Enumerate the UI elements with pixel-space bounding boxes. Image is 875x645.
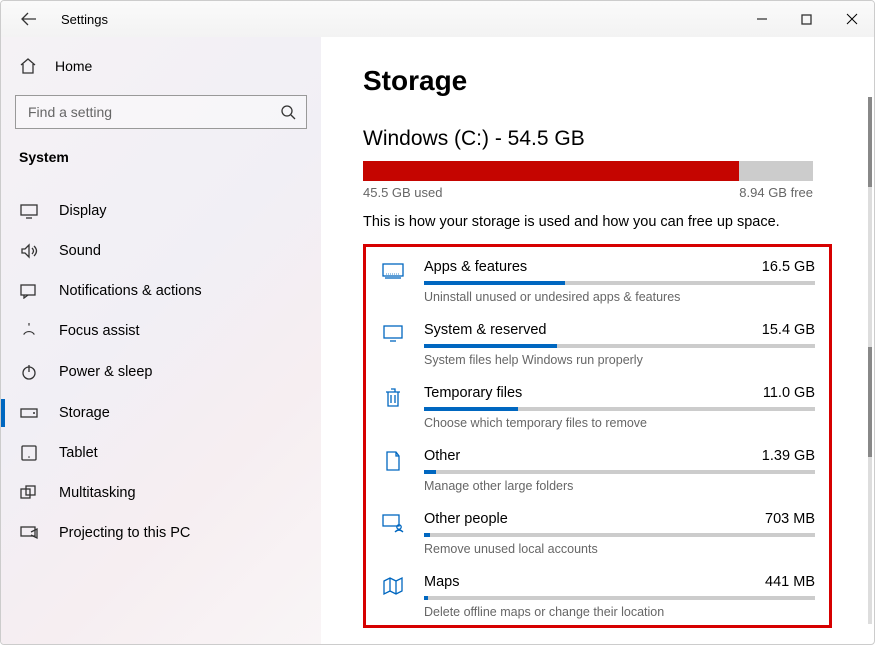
storage-item-system[interactable]: System & reserved 15.4 GB System files he… — [366, 310, 829, 373]
cat-size: 703 MB — [765, 511, 815, 527]
window-controls — [739, 1, 874, 37]
cat-name: Apps & features — [424, 259, 527, 275]
maps-icon — [380, 574, 406, 619]
sound-icon — [19, 243, 39, 259]
system-icon — [380, 322, 406, 367]
cat-size: 16.5 GB — [762, 259, 815, 275]
scrollbar[interactable] — [868, 97, 872, 624]
minimize-button[interactable] — [739, 1, 784, 37]
category-header: System — [1, 143, 321, 175]
cat-name: System & reserved — [424, 322, 547, 338]
nav-item-notifications[interactable]: Notifications & actions — [1, 271, 321, 311]
multitasking-icon — [19, 485, 39, 501]
notifications-icon — [19, 283, 39, 299]
nav-item-multitasking[interactable]: Multitasking — [1, 473, 321, 513]
drive-stats: 45.5 GB used 8.94 GB free — [363, 185, 813, 200]
home-icon — [19, 57, 37, 75]
drive-title: Windows (C:) - 54.5 GB — [363, 127, 832, 151]
nav-label: Notifications & actions — [59, 283, 202, 299]
focus-assist-icon — [19, 323, 39, 339]
display-icon — [19, 203, 39, 219]
nav-label: Projecting to this PC — [59, 525, 190, 541]
nav-list: Display Sound Notifications & actions Fo… — [1, 175, 321, 553]
storage-icon — [19, 406, 39, 420]
apps-icon — [380, 259, 406, 304]
close-button[interactable] — [829, 1, 874, 37]
cat-desc: Manage other large folders — [424, 479, 815, 493]
titlebar: Settings — [1, 1, 874, 37]
nav-item-power-sleep[interactable]: Power & sleep — [1, 351, 321, 393]
free-label: 8.94 GB free — [739, 185, 813, 200]
cat-name: Temporary files — [424, 385, 522, 401]
cat-desc: Choose which temporary files to remove — [424, 416, 815, 430]
cat-name: Other — [424, 448, 460, 464]
sidebar: Home System Display Sound — [1, 37, 321, 644]
power-icon — [19, 363, 39, 381]
nav-label: Display — [59, 203, 107, 219]
nav-label: Power & sleep — [59, 364, 153, 380]
nav-item-storage[interactable]: Storage — [1, 393, 321, 433]
settings-window: Settings Home — [0, 0, 875, 645]
page-title: Storage — [363, 65, 832, 97]
storage-item-other[interactable]: Other 1.39 GB Manage other large folders — [366, 436, 829, 499]
nav-item-focus-assist[interactable]: Focus assist — [1, 311, 321, 351]
cat-size: 1.39 GB — [762, 448, 815, 464]
drive-usage-bar — [363, 161, 813, 181]
nav-item-tablet[interactable]: Tablet — [1, 433, 321, 473]
storage-item-other-people[interactable]: Other people 703 MB Remove unused local a… — [366, 499, 829, 562]
home-label: Home — [55, 58, 92, 74]
nav-item-sound[interactable]: Sound — [1, 231, 321, 271]
cat-desc: System files help Windows run properly — [424, 353, 815, 367]
search-input[interactable] — [26, 103, 280, 121]
cat-desc: Delete offline maps or change their loca… — [424, 605, 815, 619]
cat-desc: Uninstall unused or undesired apps & fea… — [424, 290, 815, 304]
cat-size: 441 MB — [765, 574, 815, 590]
nav-label: Multitasking — [59, 485, 136, 501]
nav-item-projecting[interactable]: Projecting to this PC — [1, 513, 321, 553]
cat-desc: Remove unused local accounts — [424, 542, 815, 556]
cat-name: Maps — [424, 574, 459, 590]
home-link[interactable]: Home — [1, 47, 321, 85]
storage-item-temp[interactable]: Temporary files 11.0 GB Choose which temp… — [366, 373, 829, 436]
storage-explain: This is how your storage is used and how… — [363, 214, 832, 230]
storage-item-maps[interactable]: Maps 441 MB Delete offline maps or change… — [366, 562, 829, 625]
storage-categories: Apps & features 16.5 GB Uninstall unused … — [363, 244, 832, 628]
cat-name: Other people — [424, 511, 508, 527]
back-button[interactable] — [13, 3, 45, 35]
trash-icon — [380, 385, 406, 430]
nav-label: Tablet — [59, 445, 98, 461]
nav-label: Focus assist — [59, 323, 140, 339]
nav-label: Storage — [59, 405, 110, 421]
maximize-button[interactable] — [784, 1, 829, 37]
nav-label: Sound — [59, 243, 101, 259]
window-title: Settings — [61, 12, 108, 27]
other-people-icon — [380, 511, 406, 556]
projecting-icon — [19, 525, 39, 541]
storage-item-apps[interactable]: Apps & features 16.5 GB Uninstall unused … — [366, 247, 829, 310]
other-icon — [380, 448, 406, 493]
used-label: 45.5 GB used — [363, 185, 443, 200]
search-box[interactable] — [15, 95, 307, 129]
nav-item-display[interactable]: Display — [1, 191, 321, 231]
main-content: Storage Windows (C:) - 54.5 GB 45.5 GB u… — [321, 37, 874, 644]
search-icon — [280, 104, 296, 120]
cat-size: 15.4 GB — [762, 322, 815, 338]
cat-size: 11.0 GB — [763, 385, 815, 401]
tablet-icon — [19, 445, 39, 461]
